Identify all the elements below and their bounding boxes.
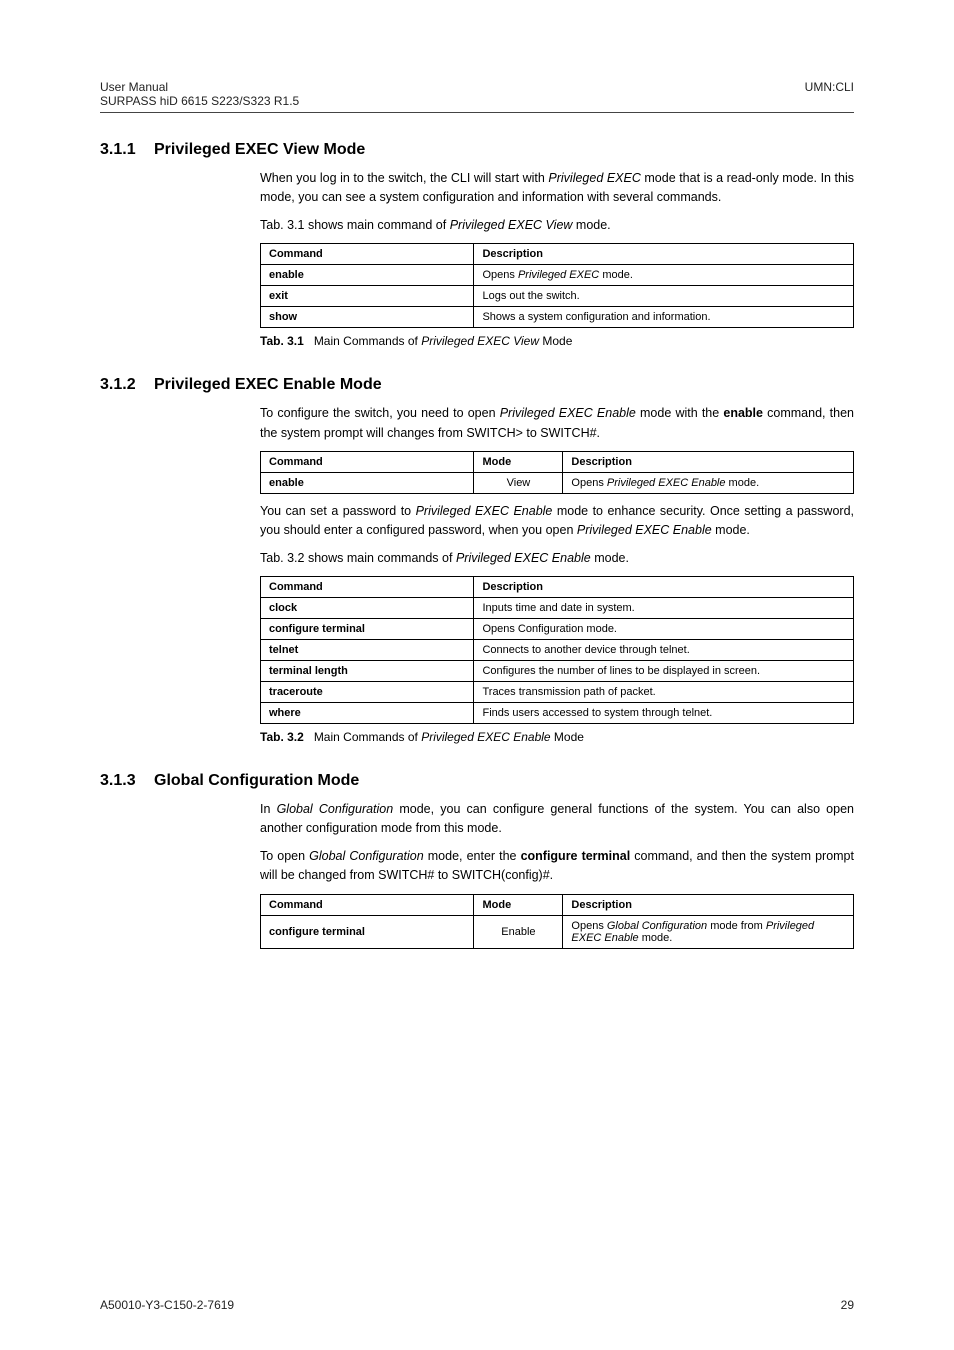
paragraph: To open Global Configuration mode, enter…	[260, 847, 854, 886]
footer-left: A50010-Y3-C150-2-7619	[100, 1298, 234, 1312]
table-3-1: Command Description enable Opens Privile…	[260, 243, 854, 328]
section-number: 3.1.1	[100, 141, 154, 159]
cell: show	[261, 307, 474, 328]
cell: Opens Privileged EXEC mode.	[474, 265, 854, 286]
table-enable-cmd: Command Mode Description enable View Ope…	[260, 451, 854, 494]
cell: Traces transmission path of packet.	[474, 682, 854, 703]
cell: configure terminal	[261, 915, 474, 948]
section-number: 3.1.2	[100, 376, 154, 394]
cell: Opens Global Configuration mode from Pri…	[563, 915, 854, 948]
th-description: Description	[474, 244, 854, 265]
cell: exit	[261, 286, 474, 307]
cell: Shows a system configuration and informa…	[474, 307, 854, 328]
th-command: Command	[261, 244, 474, 265]
paragraph: In Global Configuration mode, you can co…	[260, 800, 854, 839]
paragraph: You can set a password to Privileged EXE…	[260, 502, 854, 541]
section-heading-3-1-1: 3.1.1Privileged EXEC View Mode	[100, 141, 854, 159]
table-row: clockInputs time and date in system.	[261, 598, 854, 619]
cell: Configures the number of lines to be dis…	[474, 661, 854, 682]
header-left-top: User Manual	[100, 80, 299, 94]
cell: terminal length	[261, 661, 474, 682]
cell: Enable	[474, 915, 563, 948]
paragraph: To configure the switch, you need to ope…	[260, 404, 854, 443]
header-rule	[100, 112, 854, 113]
cell: configure terminal	[261, 619, 474, 640]
table-row: exit Logs out the switch.	[261, 286, 854, 307]
cell: Finds users accessed to system through t…	[474, 703, 854, 724]
table-row: tracerouteTraces transmission path of pa…	[261, 682, 854, 703]
section-title-text: Privileged EXEC View Mode	[154, 141, 365, 158]
table-caption: Tab. 3.2 Main Commands of Privileged EXE…	[260, 730, 854, 744]
section-number: 3.1.3	[100, 772, 154, 790]
table-row: enable View Opens Privileged EXEC Enable…	[261, 472, 854, 493]
header-right: UMN:CLI	[805, 80, 854, 108]
cell: View	[474, 472, 563, 493]
cell: enable	[261, 472, 474, 493]
table-3-2: Command Description clockInputs time and…	[260, 576, 854, 724]
table-caption: Tab. 3.1 Main Commands of Privileged EXE…	[260, 334, 854, 348]
table-configure-terminal: Command Mode Description configure termi…	[260, 894, 854, 949]
th-description: Description	[563, 451, 854, 472]
table-row: telnetConnects to another device through…	[261, 640, 854, 661]
footer-page-number: 29	[841, 1298, 854, 1312]
th-command: Command	[261, 894, 474, 915]
th-description: Description	[474, 577, 854, 598]
cell: Opens Configuration mode.	[474, 619, 854, 640]
paragraph: Tab. 3.2 shows main commands of Privileg…	[260, 549, 854, 568]
paragraph: Tab. 3.1 shows main command of Privilege…	[260, 216, 854, 235]
cell: clock	[261, 598, 474, 619]
th-command: Command	[261, 577, 474, 598]
cell: telnet	[261, 640, 474, 661]
table-row: show Shows a system configuration and in…	[261, 307, 854, 328]
table-row: configure terminal Enable Opens Global C…	[261, 915, 854, 948]
th-mode: Mode	[474, 451, 563, 472]
cell: Inputs time and date in system.	[474, 598, 854, 619]
cell: where	[261, 703, 474, 724]
section-title-text: Privileged EXEC Enable Mode	[154, 376, 382, 393]
table-row: enable Opens Privileged EXEC mode.	[261, 265, 854, 286]
section-title-text: Global Configuration Mode	[154, 772, 359, 789]
cell: Logs out the switch.	[474, 286, 854, 307]
th-mode: Mode	[474, 894, 563, 915]
section-heading-3-1-2: 3.1.2Privileged EXEC Enable Mode	[100, 376, 854, 394]
cell: Opens Privileged EXEC Enable mode.	[563, 472, 854, 493]
header-left-bottom: SURPASS hiD 6615 S223/S323 R1.5	[100, 94, 299, 108]
paragraph: When you log in to the switch, the CLI w…	[260, 169, 854, 208]
cell: Connects to another device through telne…	[474, 640, 854, 661]
th-command: Command	[261, 451, 474, 472]
table-row: whereFinds users accessed to system thro…	[261, 703, 854, 724]
th-description: Description	[563, 894, 854, 915]
section-heading-3-1-3: 3.1.3Global Configuration Mode	[100, 772, 854, 790]
table-row: configure terminalOpens Configuration mo…	[261, 619, 854, 640]
table-row: terminal lengthConfigures the number of …	[261, 661, 854, 682]
cell: traceroute	[261, 682, 474, 703]
cell: enable	[261, 265, 474, 286]
